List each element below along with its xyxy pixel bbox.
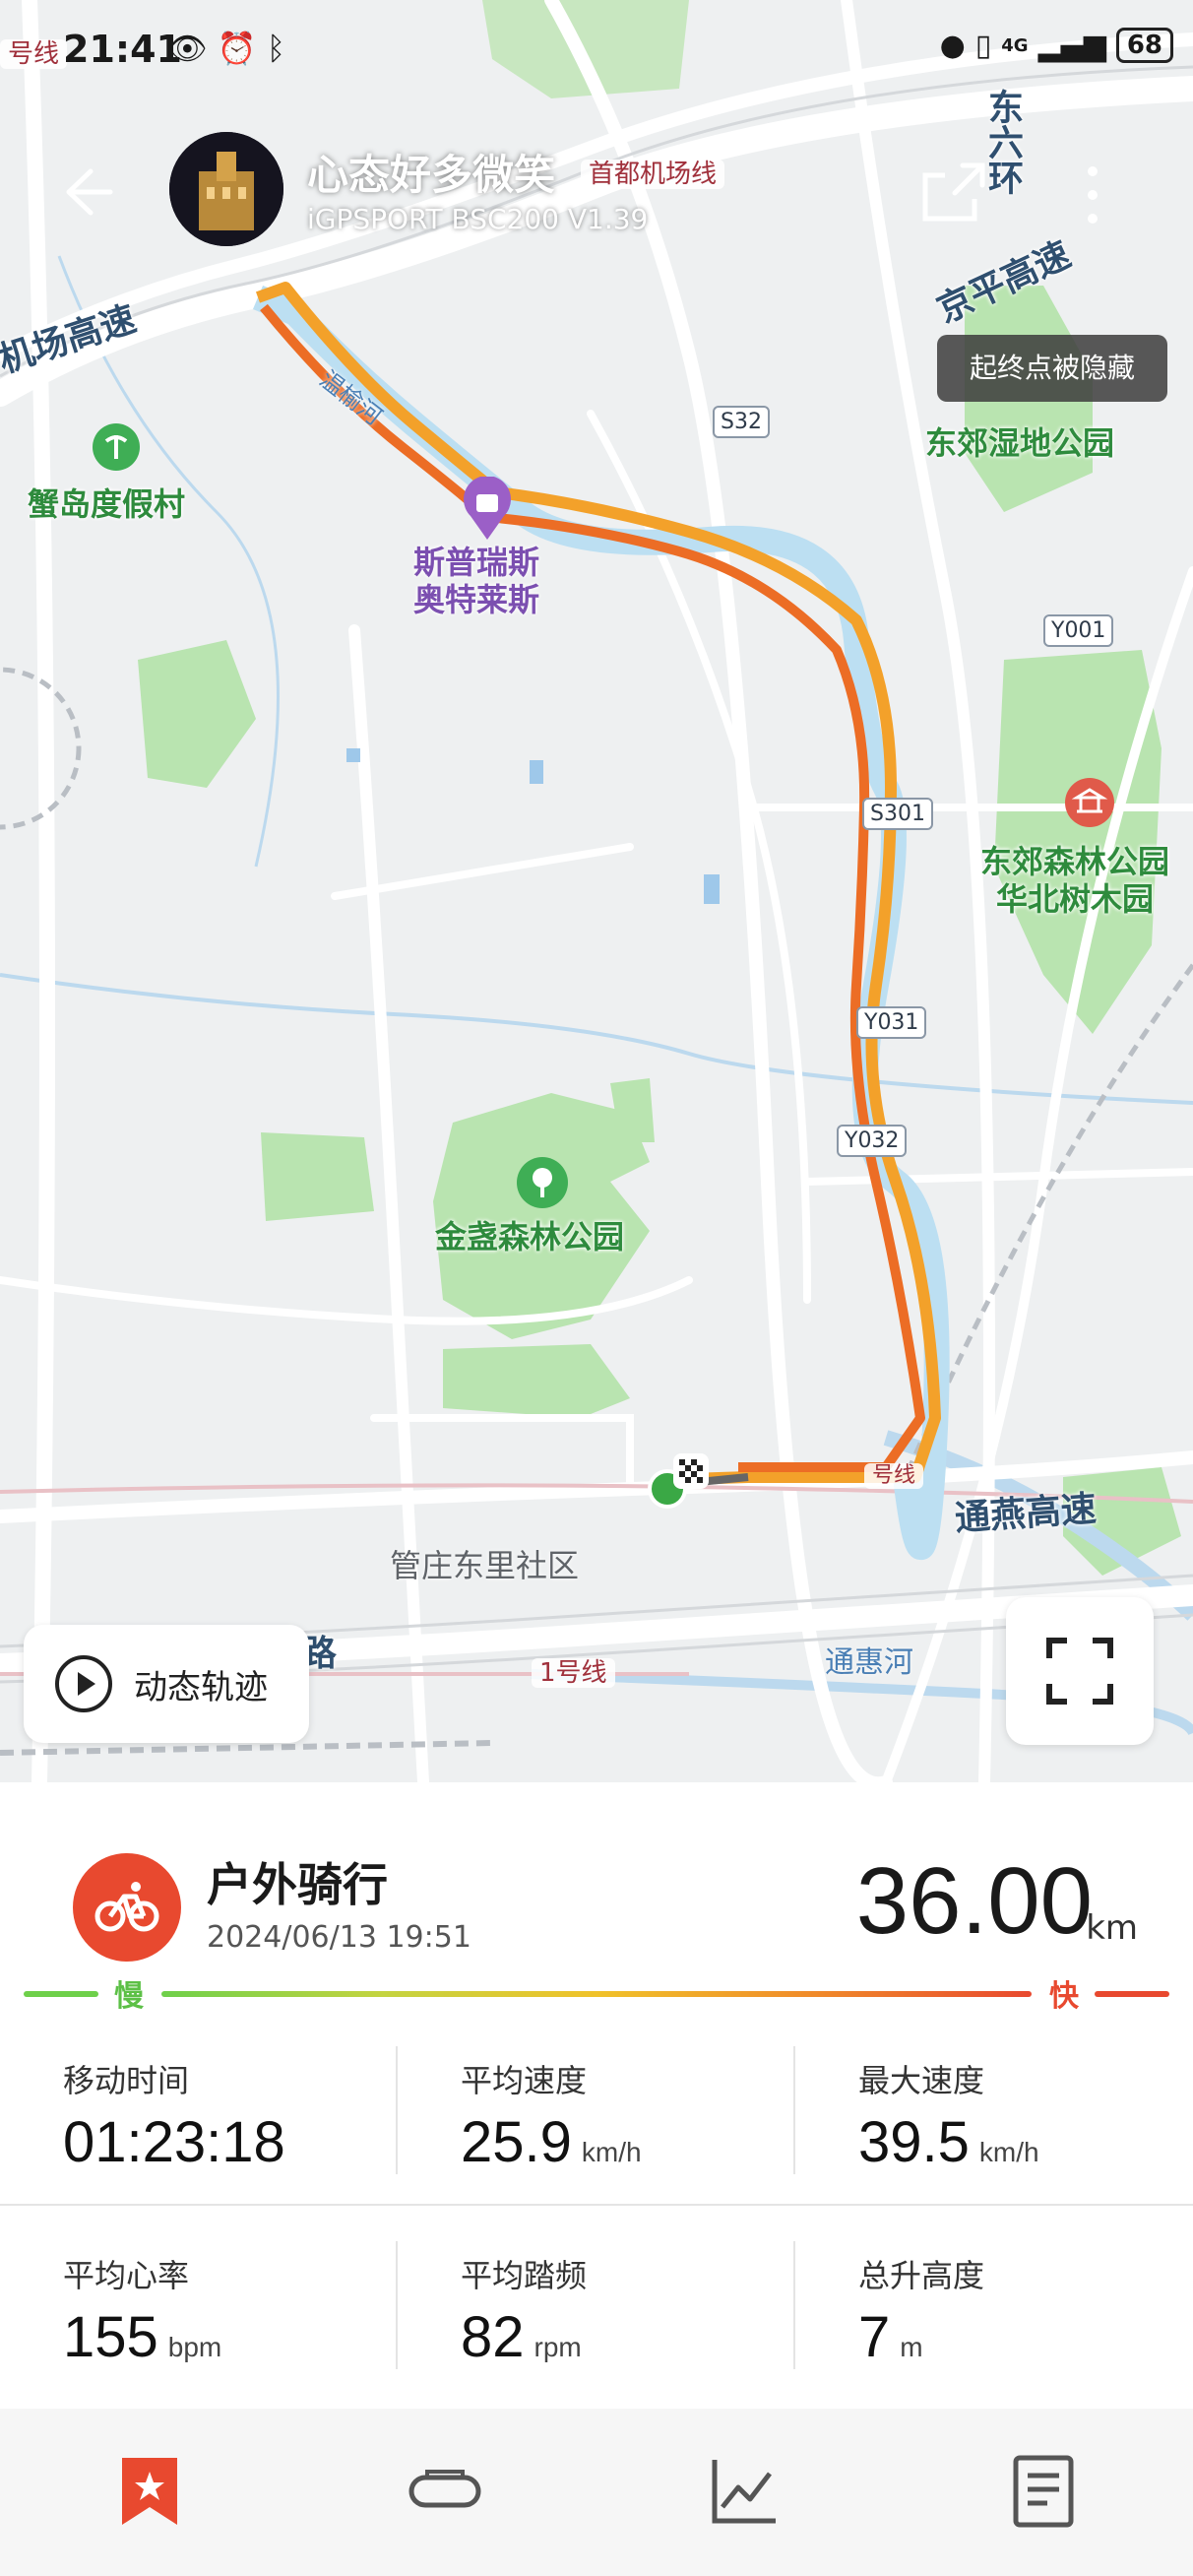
network-type: 4G — [1001, 34, 1029, 56]
shopping-poi-icon — [464, 477, 511, 540]
status-right-icons: ● ▯ 4G ▂▄▆ 68 — [940, 28, 1173, 63]
star-tab-icon[interactable] — [110, 2452, 189, 2531]
device-tab-icon[interactable] — [406, 2452, 484, 2531]
resort-poi-icon — [93, 423, 140, 471]
distance-unit: km — [1086, 1908, 1138, 1948]
stat-avg-heart-rate: 平均心率 155 bpm — [0, 2212, 398, 2409]
bottom-tab-bar — [0, 2409, 1193, 2576]
stat-label: 平均踏频 — [461, 2257, 588, 2294]
park-poi-icon — [517, 1157, 568, 1208]
stat-label: 总升高度 — [858, 2257, 985, 2294]
play-icon — [55, 1655, 112, 1712]
back-arrow-icon[interactable] — [49, 158, 118, 226]
stat-value: 01:23:18 — [63, 2110, 285, 2174]
stat-label: 平均心率 — [63, 2257, 190, 2294]
status-left-icons: 👁 ⏰ ᛒ — [167, 30, 285, 67]
dynamic-track-button[interactable]: 动态轨迹 — [24, 1625, 309, 1743]
vibrate-icon: ▯ — [974, 28, 992, 63]
alarm-icon: ⏰ — [217, 30, 257, 67]
stat-label: 平均速度 — [461, 2062, 588, 2099]
speed-slow-label: 慢 — [114, 1979, 144, 2014]
stat-value: 39.5 km/h — [858, 2110, 1039, 2174]
device-info: iGPSPORT BSC200 V1.39 — [307, 203, 649, 235]
stat-label: 移动时间 — [63, 2062, 190, 2099]
stats-divider — [793, 2046, 795, 2174]
location-icon: ● — [939, 28, 966, 63]
dongjiao-wetland-label: 东郊湿地公园 — [925, 424, 1115, 462]
top-bar: 心态好多微笑 iGPSPORT BSC200 V1.39 — [0, 118, 1193, 256]
start-end-hidden-tip: 起终点被隐藏 — [937, 335, 1167, 402]
stat-avg-speed: 平均速度 25.9 km/h — [398, 2017, 795, 2214]
s32-road-shield: S32 — [713, 406, 770, 438]
stat-moving-time: 移动时间 01:23:18 — [0, 2017, 398, 2214]
guanzhuang-community-label: 管庄东里社区 — [390, 1547, 580, 1584]
stats-row-1: 移动时间 01:23:18 平均速度 25.9 km/h 最大速度 39.5 km/… — [0, 2017, 1193, 2214]
tongyan-expressway-label: 通燕高速 — [953, 1489, 1099, 1539]
stat-max-speed: 最大速度 39.5 km/h — [795, 2017, 1193, 2214]
forest-park-poi-icon — [1065, 778, 1114, 827]
eye-icon: 👁 — [167, 30, 208, 67]
battery-indicator: 68 — [1115, 28, 1173, 63]
xiedao-resort-label: 蟹岛度假村 — [28, 485, 186, 523]
stats-divider — [396, 2241, 398, 2369]
metro-line1-label: 1号线 — [532, 1658, 615, 1688]
cycling-icon — [73, 1853, 181, 1962]
dongjiao-forest-label: 东郊森林公园 华北树木园 — [980, 843, 1170, 919]
more-options-icon[interactable] — [1073, 158, 1112, 232]
stat-value: 155 bpm — [63, 2305, 222, 2369]
s301-road-shield: S301 — [862, 798, 933, 830]
finish-flag-icon — [673, 1453, 709, 1489]
avatar-image — [169, 132, 283, 246]
stats-row-2: 平均心率 155 bpm 平均踏频 82 rpm 总升高度 7m — [0, 2212, 1193, 2409]
document-tab-icon[interactable] — [1004, 2452, 1083, 2531]
y031-road-shield: Y031 — [856, 1006, 927, 1039]
bluetooth-icon: ᛒ — [266, 30, 286, 67]
stat-value: 82 rpm — [461, 2305, 582, 2369]
stat-label: 最大速度 — [858, 2062, 985, 2099]
jinzhan-forest-label: 金盏森林公园 — [435, 1218, 625, 1256]
y032-road-shield: Y032 — [837, 1125, 908, 1157]
stats-divider — [793, 2241, 795, 2369]
fullscreen-button[interactable] — [1006, 1597, 1154, 1745]
stat-value: 25.9 km/h — [461, 2110, 642, 2174]
stats-row-divider — [0, 2204, 1193, 2206]
speed-legend-slow-bar — [24, 1991, 98, 1997]
y001-road-shield: Y001 — [1043, 614, 1114, 647]
route-map[interactable]: 号线 首都机场线 机场高速 东六环 京平高速 蟹岛度假村 斯普瑞斯 奥特莱斯 东… — [0, 0, 1193, 1782]
activity-title: 户外骑行 — [207, 1858, 388, 1911]
fullscreen-icon — [1046, 1638, 1113, 1705]
avatar[interactable] — [169, 132, 283, 246]
status-time: 21:41 — [63, 28, 182, 71]
speed-legend: 慢 快 — [24, 1971, 1169, 2021]
stat-value: 7m — [858, 2305, 923, 2369]
dynamic-track-label: 动态轨迹 — [134, 1667, 268, 1707]
share-icon[interactable] — [915, 154, 990, 228]
signal-icon: ▂▄▆ — [1037, 28, 1106, 63]
chart-tab-icon[interactable] — [705, 2452, 784, 2531]
speed-fast-label: 快 — [1049, 1979, 1079, 2014]
stats-divider — [396, 2046, 398, 2174]
stat-avg-cadence: 平均踏频 82 rpm — [398, 2212, 795, 2409]
prime-outlets-label: 斯普瑞斯 奥特莱斯 — [413, 544, 540, 619]
distance-value: 36.00 — [855, 1848, 1093, 1954]
stat-total-ascent: 总升高度 7m — [795, 2212, 1193, 2409]
metro-line-near-end-label: 号线 — [864, 1463, 924, 1489]
activity-summary-panel: 户外骑行 2024/06/13 19:51 36.00 km 慢 快 移动时间 … — [0, 1782, 1193, 2413]
activity-datetime: 2024/06/13 19:51 — [207, 1920, 471, 1955]
speed-legend-fast-bar — [1095, 1991, 1169, 1997]
status-bar: 21:41 👁 ⏰ ᛒ ● ▯ 4G ▂▄▆ 68 — [0, 0, 1193, 98]
tonghui-river-label: 通惠河 — [825, 1645, 913, 1680]
speed-gradient-bar — [161, 1991, 1032, 1997]
user-name: 心态好多微笑 — [307, 151, 556, 199]
